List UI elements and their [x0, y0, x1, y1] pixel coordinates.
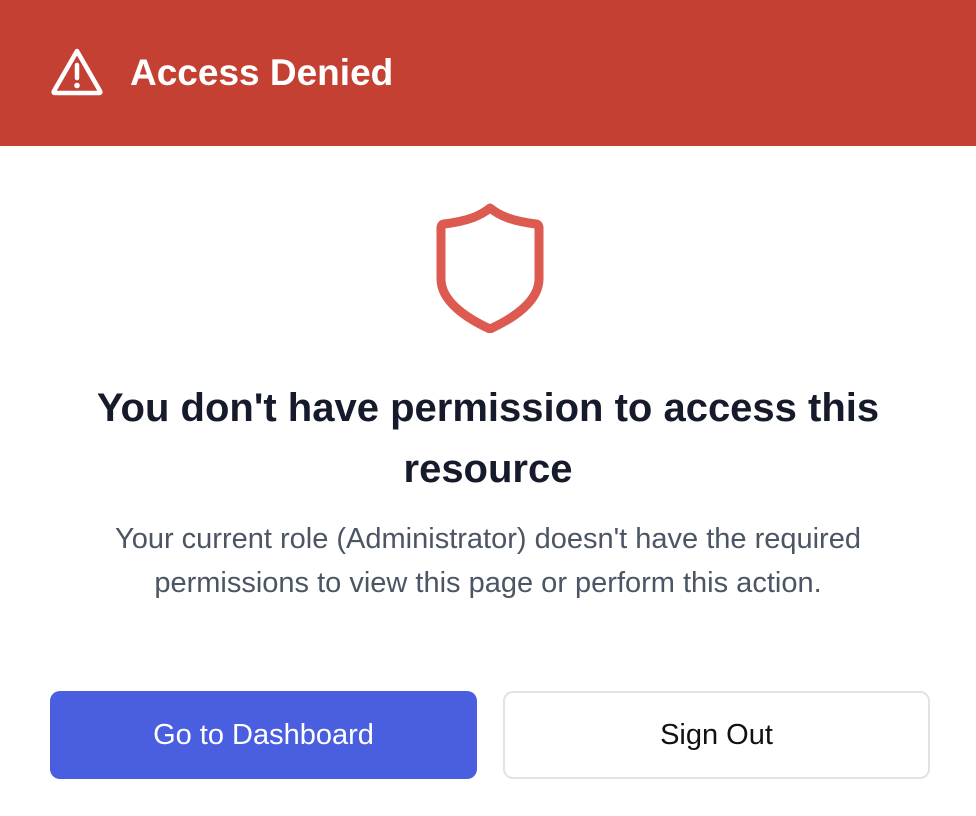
sign-out-button[interactable]: Sign Out: [503, 691, 930, 779]
error-message: Your current role (Administrator) doesn'…: [115, 523, 861, 599]
shield-icon: [436, 203, 544, 334]
go-to-dashboard-button[interactable]: Go to Dashboard: [50, 691, 477, 779]
error-heading: You don't have permission to access this…: [96, 386, 880, 491]
warning-triangle-icon: [50, 46, 104, 96]
page-title: Access Denied: [130, 52, 394, 93]
error-header: Access Denied: [0, 0, 976, 146]
